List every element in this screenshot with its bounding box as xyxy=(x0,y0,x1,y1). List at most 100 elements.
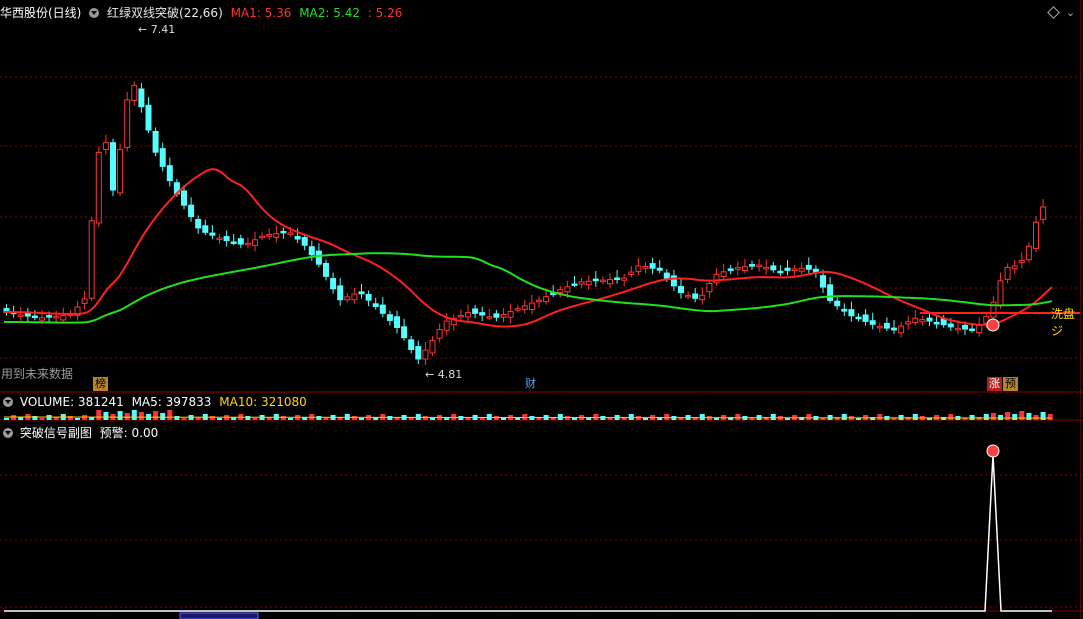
candle-body xyxy=(486,316,493,319)
candle-body xyxy=(969,328,976,332)
volume-bar xyxy=(280,416,286,420)
volume-bar xyxy=(536,418,542,420)
badge-bang[interactable]: 榜 xyxy=(93,377,108,391)
candle-body xyxy=(621,277,628,281)
volume-bar xyxy=(96,410,102,420)
volume-bar xyxy=(323,418,329,420)
candle-body xyxy=(919,319,926,323)
candle-body xyxy=(528,302,535,310)
candle-body xyxy=(465,312,471,318)
candle-body xyxy=(912,317,919,324)
candle-body xyxy=(656,267,663,271)
volume-bar xyxy=(387,416,393,420)
badge-yu[interactable]: 预 xyxy=(1003,377,1018,391)
candle-body xyxy=(315,250,322,265)
future-data-note: 用到未来数据 xyxy=(1,367,74,381)
indicator-name[interactable]: 红绿双线突破(22,66) xyxy=(107,6,223,20)
candle-body xyxy=(1040,206,1047,220)
volume-bar xyxy=(39,418,45,420)
candle-body xyxy=(770,265,777,271)
sub-dropdown-icon[interactable] xyxy=(3,428,13,438)
volume-bar xyxy=(699,414,705,420)
candle-body xyxy=(962,324,968,330)
volume-bar xyxy=(245,416,251,420)
candle-body xyxy=(699,294,706,301)
candle-body xyxy=(521,305,528,310)
volume-bar xyxy=(912,414,918,420)
candle-body xyxy=(39,317,45,321)
candle-body xyxy=(883,322,890,329)
candle-body xyxy=(337,285,344,301)
candle-body xyxy=(756,264,763,268)
volume-bar xyxy=(572,418,577,420)
candle-body xyxy=(422,349,429,360)
candle-body xyxy=(940,318,947,326)
candle-body xyxy=(259,235,266,239)
candle-body xyxy=(727,268,734,271)
candle-body xyxy=(777,270,784,274)
volume-bar xyxy=(1040,412,1046,420)
candle-body xyxy=(230,241,237,244)
candle-body xyxy=(386,314,393,321)
candle-body xyxy=(237,238,244,245)
candle-body xyxy=(152,130,159,153)
badge-cai[interactable]: 财 xyxy=(523,377,538,391)
candle-body xyxy=(372,303,379,308)
volume-bar xyxy=(770,414,776,420)
candle-body xyxy=(408,339,415,350)
volume-bar xyxy=(664,414,670,420)
candle-body xyxy=(557,289,564,293)
candle-body xyxy=(95,151,102,224)
volume-bar xyxy=(628,414,634,420)
volume-bar xyxy=(359,418,364,420)
volume-ma10-label: MA10: 321080 xyxy=(219,395,307,409)
candle-body xyxy=(287,232,294,235)
candle-body xyxy=(1018,259,1025,263)
candle-body xyxy=(31,315,38,319)
ma2-label: MA2: 5.42 xyxy=(299,6,360,20)
candle-body xyxy=(784,267,791,271)
candle-body xyxy=(798,267,805,272)
candle-body xyxy=(500,313,507,318)
volume-bar xyxy=(806,414,812,420)
candle-body xyxy=(855,316,862,320)
candle-body xyxy=(266,233,273,237)
volume-dropdown-icon[interactable] xyxy=(3,397,13,407)
side-label: 洗盘ジ xyxy=(1051,307,1076,338)
volume-bar xyxy=(948,414,954,420)
candle-body xyxy=(1033,221,1039,249)
candle-body xyxy=(642,266,649,269)
indicator-dropdown-icon[interactable] xyxy=(89,8,100,18)
volume-bar xyxy=(422,416,428,420)
candle-body xyxy=(273,233,280,238)
volume-bar xyxy=(501,418,506,420)
candle-body xyxy=(571,283,578,286)
candle-body xyxy=(905,321,912,325)
stock-name[interactable]: 华西股份(日线) xyxy=(0,6,81,20)
candle-body xyxy=(507,311,514,318)
sub-chart-alert: 预警: 0.00 xyxy=(99,426,159,440)
candle-body xyxy=(997,280,1004,307)
volume-bar xyxy=(181,418,187,420)
sub-signal-ball-icon xyxy=(986,444,1000,458)
volume-bar xyxy=(209,416,215,420)
volume-bar xyxy=(983,414,989,420)
candle-body xyxy=(394,316,400,328)
chevron-down-icon[interactable]: ⌄ xyxy=(1066,6,1075,19)
candle-body xyxy=(1025,245,1032,261)
candle-body xyxy=(820,275,826,288)
volume-bar xyxy=(124,413,130,420)
candle-body xyxy=(202,225,209,233)
candle-body xyxy=(17,314,24,317)
candle-body xyxy=(763,266,770,270)
main-header: 华西股份(日线) 红绿双线突破(22,66) MA1: 5.36 MA2: 5.… xyxy=(0,4,406,22)
volume-bar xyxy=(103,412,109,420)
candle-body xyxy=(159,148,166,167)
volume-bar xyxy=(714,418,719,420)
candle-body xyxy=(60,315,67,321)
volume-bar xyxy=(1012,414,1018,420)
candle-body xyxy=(429,339,436,354)
kline-chart[interactable] xyxy=(0,0,1083,619)
badge-zhang[interactable]: 涨 xyxy=(987,377,1002,391)
volume-bar xyxy=(841,414,847,420)
